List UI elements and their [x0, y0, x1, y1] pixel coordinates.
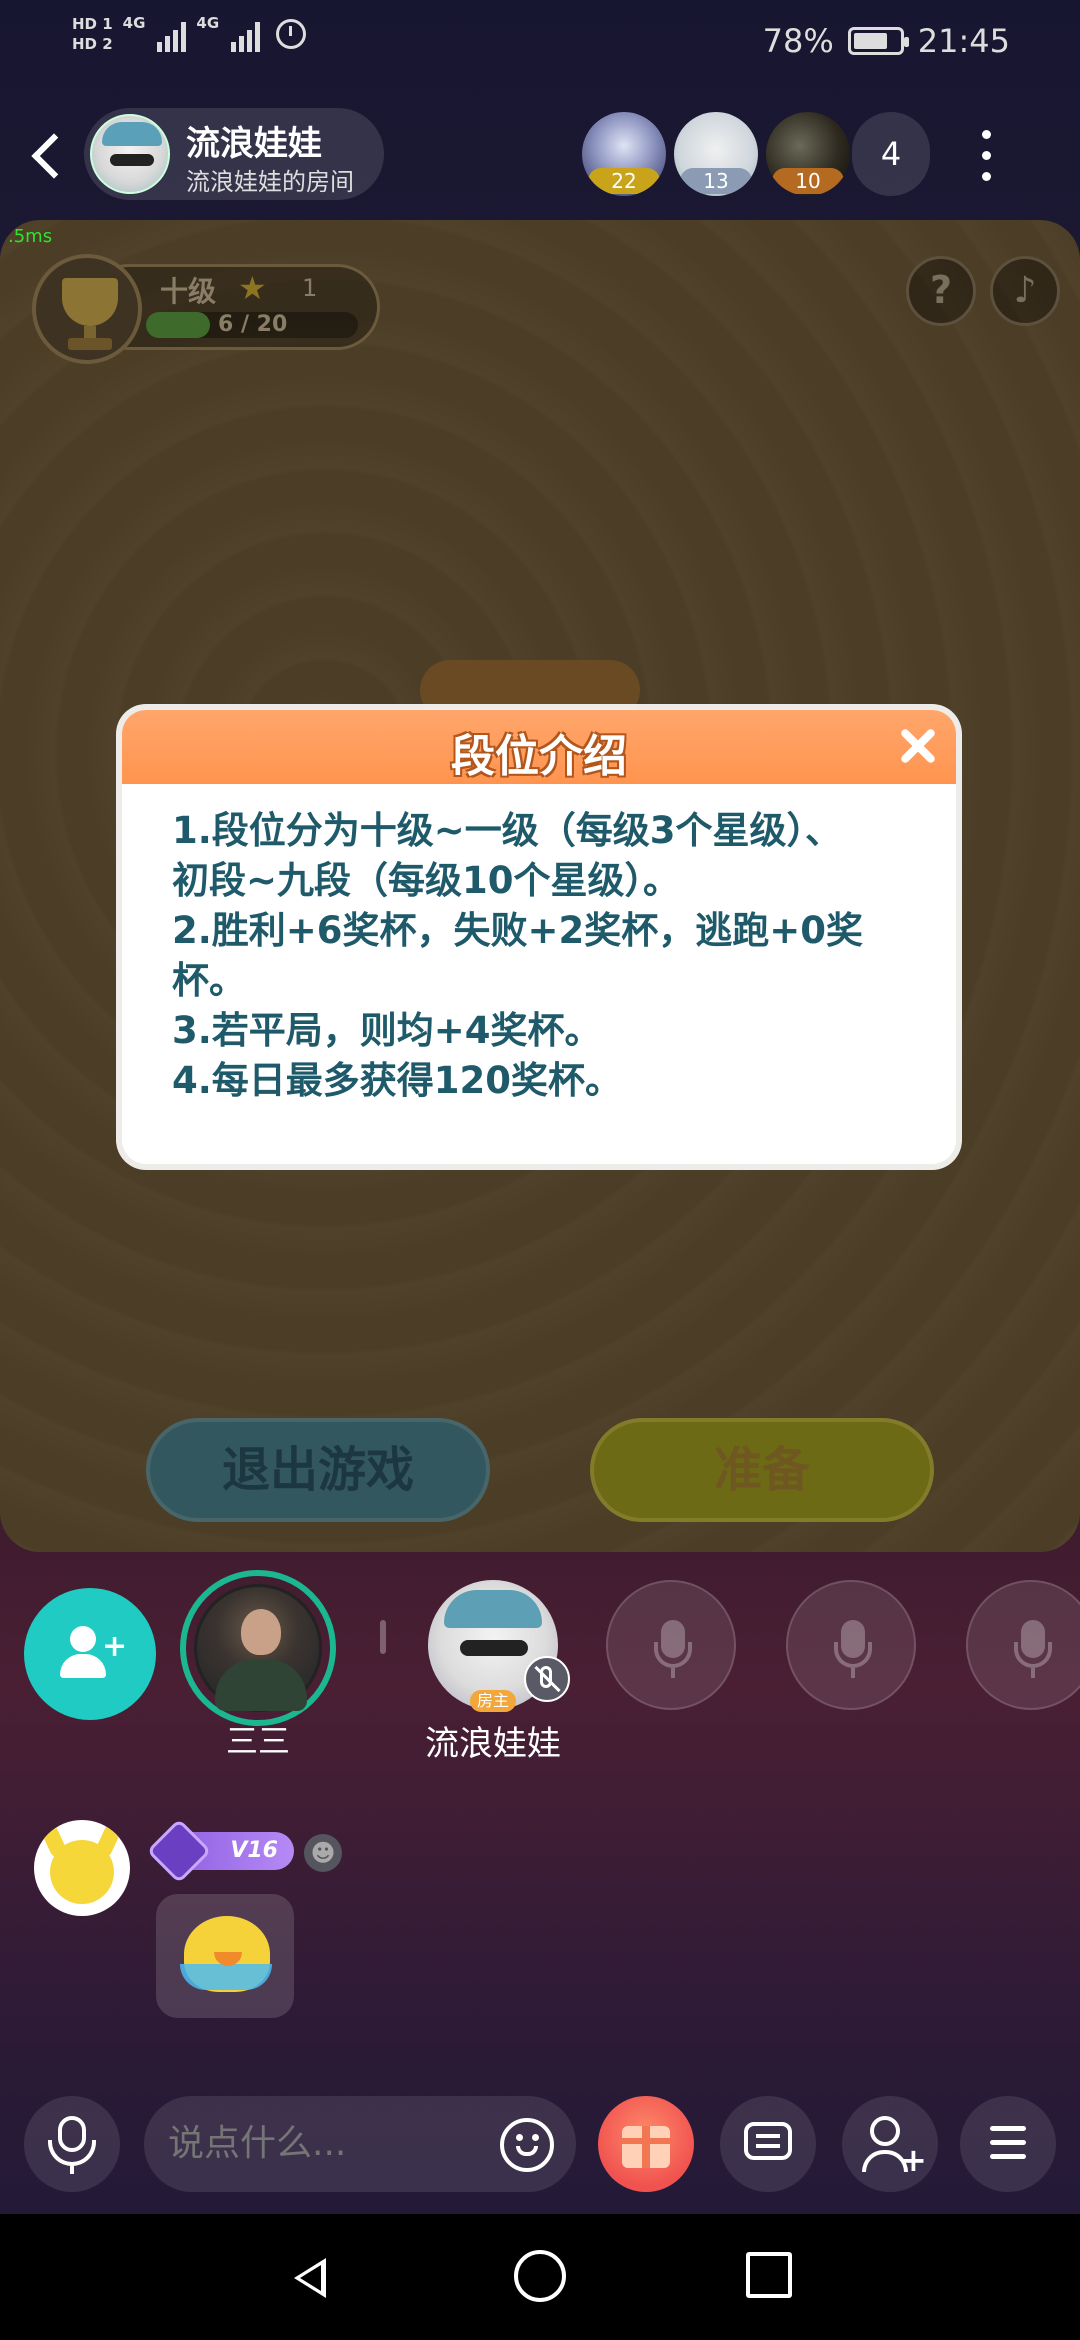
face-icon: ☻ [304, 1834, 342, 1872]
rule-line: 杯。 [172, 959, 246, 1002]
host-seat-name: 流浪娃娃 [425, 1724, 561, 1764]
audience-count-badge: 22 [588, 168, 660, 194]
room-title: 流浪娃娃 [186, 124, 322, 164]
invite-user-button[interactable]: + [24, 1588, 156, 1720]
host-tag: 房主 [470, 1690, 516, 1712]
avatar-glasses [110, 154, 154, 166]
menu-button[interactable] [960, 2096, 1056, 2192]
back-button[interactable] [26, 128, 66, 184]
avatar-cap [102, 122, 162, 146]
status-bar: HD 1 HD 2 4G 4G 78% 21:45 [0, 0, 1080, 90]
rule-line: 初段~九段（每级10个星级）。 [172, 859, 680, 902]
mic-muted-icon [524, 1656, 570, 1702]
add-person-icon [870, 2116, 900, 2146]
add-friend-button[interactable]: + [842, 2096, 938, 2192]
rank-progress-text: 6 / 20 [218, 312, 288, 337]
music-button[interactable]: ♪ [990, 256, 1060, 326]
star-count: 1 [302, 274, 318, 302]
message-input[interactable] [168, 2096, 488, 2192]
hd-indicator: HD 1 HD 2 [72, 14, 113, 54]
dialog-title: 段位介绍 [451, 731, 627, 782]
mic-seat-speaking[interactable] [180, 1570, 336, 1726]
nav-home-icon[interactable] [514, 2250, 566, 2302]
audience-avatar[interactable]: 10 [766, 112, 850, 196]
gift-icon [622, 2126, 670, 2168]
nav-back-icon[interactable] [286, 2252, 334, 2300]
plus-icon: + [102, 1629, 128, 1664]
vip-diamond-icon [146, 1818, 212, 1884]
rank-level-label: 十级 [160, 275, 217, 308]
chat-user-avatar[interactable] [34, 1820, 130, 1916]
close-icon[interactable] [894, 722, 942, 770]
battery-fill [853, 33, 887, 49]
status-right: 78% 21:45 [763, 22, 1010, 60]
room-subtitle: 流浪娃娃的房间 [186, 168, 354, 196]
hd2-label: HD 2 [72, 35, 113, 53]
chat-toggle-button[interactable] [720, 2096, 816, 2192]
empty-mic-seat[interactable] [786, 1580, 916, 1710]
chat-message-bubble[interactable] [156, 1894, 294, 2018]
signal-icon [157, 16, 187, 52]
fps-label: .5ms [8, 226, 53, 247]
menu-icon [990, 2126, 1026, 2162]
audience-count-badge: 13 [680, 168, 752, 194]
hd1-label: HD 1 [72, 15, 113, 33]
ready-button[interactable]: 准备 [590, 1418, 934, 1522]
exit-game-button[interactable]: 退出游戏 [146, 1418, 490, 1522]
rule-line: 1.段位分为十级~一级（每级3个星级）、 [172, 809, 843, 852]
rank-progress-fill [146, 312, 210, 338]
help-button[interactable]: ? [906, 256, 976, 326]
dialog-header: 段位介绍 [122, 710, 956, 784]
network1-label: 4G [122, 14, 146, 32]
host-avatar[interactable] [90, 114, 170, 194]
person-icon [70, 1626, 96, 1652]
signal-icon-2 [231, 16, 261, 52]
alarm-icon [276, 19, 307, 49]
seat-user-name: 三三 [225, 1722, 290, 1760]
room-header: 流浪娃娃 流浪娃娃的房间 22 13 10 4 [0, 100, 1080, 210]
dialog-body: 1.段位分为十级~一级（每级3个星级）、 初段~九段（每级10个星级）。 2.胜… [172, 806, 932, 1106]
battery-percent: 78% [762, 22, 834, 60]
microphone-button[interactable] [24, 2096, 120, 2192]
star-icon: ★ [238, 269, 267, 307]
audience-avatar[interactable]: 22 [582, 112, 666, 196]
emoji-button[interactable] [500, 2118, 554, 2172]
audience-list: 22 13 10 [582, 112, 850, 196]
user-avatar [194, 1584, 322, 1712]
status-left: HD 1 HD 2 4G 4G [72, 14, 307, 54]
audience-avatar[interactable]: 13 [674, 112, 758, 196]
network2-label: 4G [196, 14, 220, 32]
trophy-icon[interactable] [32, 254, 142, 364]
audience-total-button[interactable]: 4 [852, 112, 930, 196]
room-info-pill[interactable]: 流浪娃娃 流浪娃娃的房间 [84, 108, 384, 200]
rank-intro-dialog: 段位介绍 1.段位分为十级~一级（每级3个星级）、 初段~九段（每级10个星级）… [122, 710, 956, 1164]
rule-line: 2.胜利+6奖杯，失败+2奖杯，逃跑+0奖 [172, 909, 864, 952]
gift-button[interactable] [598, 2096, 694, 2192]
empty-mic-seat[interactable] [606, 1580, 736, 1710]
audience-count-badge: 10 [772, 168, 844, 194]
chat-bubble-icon [744, 2122, 792, 2160]
system-nav-bar [0, 2214, 1080, 2340]
battery-icon [847, 27, 909, 55]
more-options-button[interactable] [968, 124, 1004, 188]
nav-recent-icon[interactable] [746, 2252, 792, 2298]
rule-line: 4.每日最多获得120奖杯。 [172, 1059, 623, 1102]
empty-mic-seat[interactable] [966, 1580, 1080, 1710]
rule-line: 3.若平局，则均+4奖杯。 [172, 1009, 602, 1052]
clock: 21:45 [917, 22, 1010, 60]
seat-divider [380, 1620, 386, 1654]
